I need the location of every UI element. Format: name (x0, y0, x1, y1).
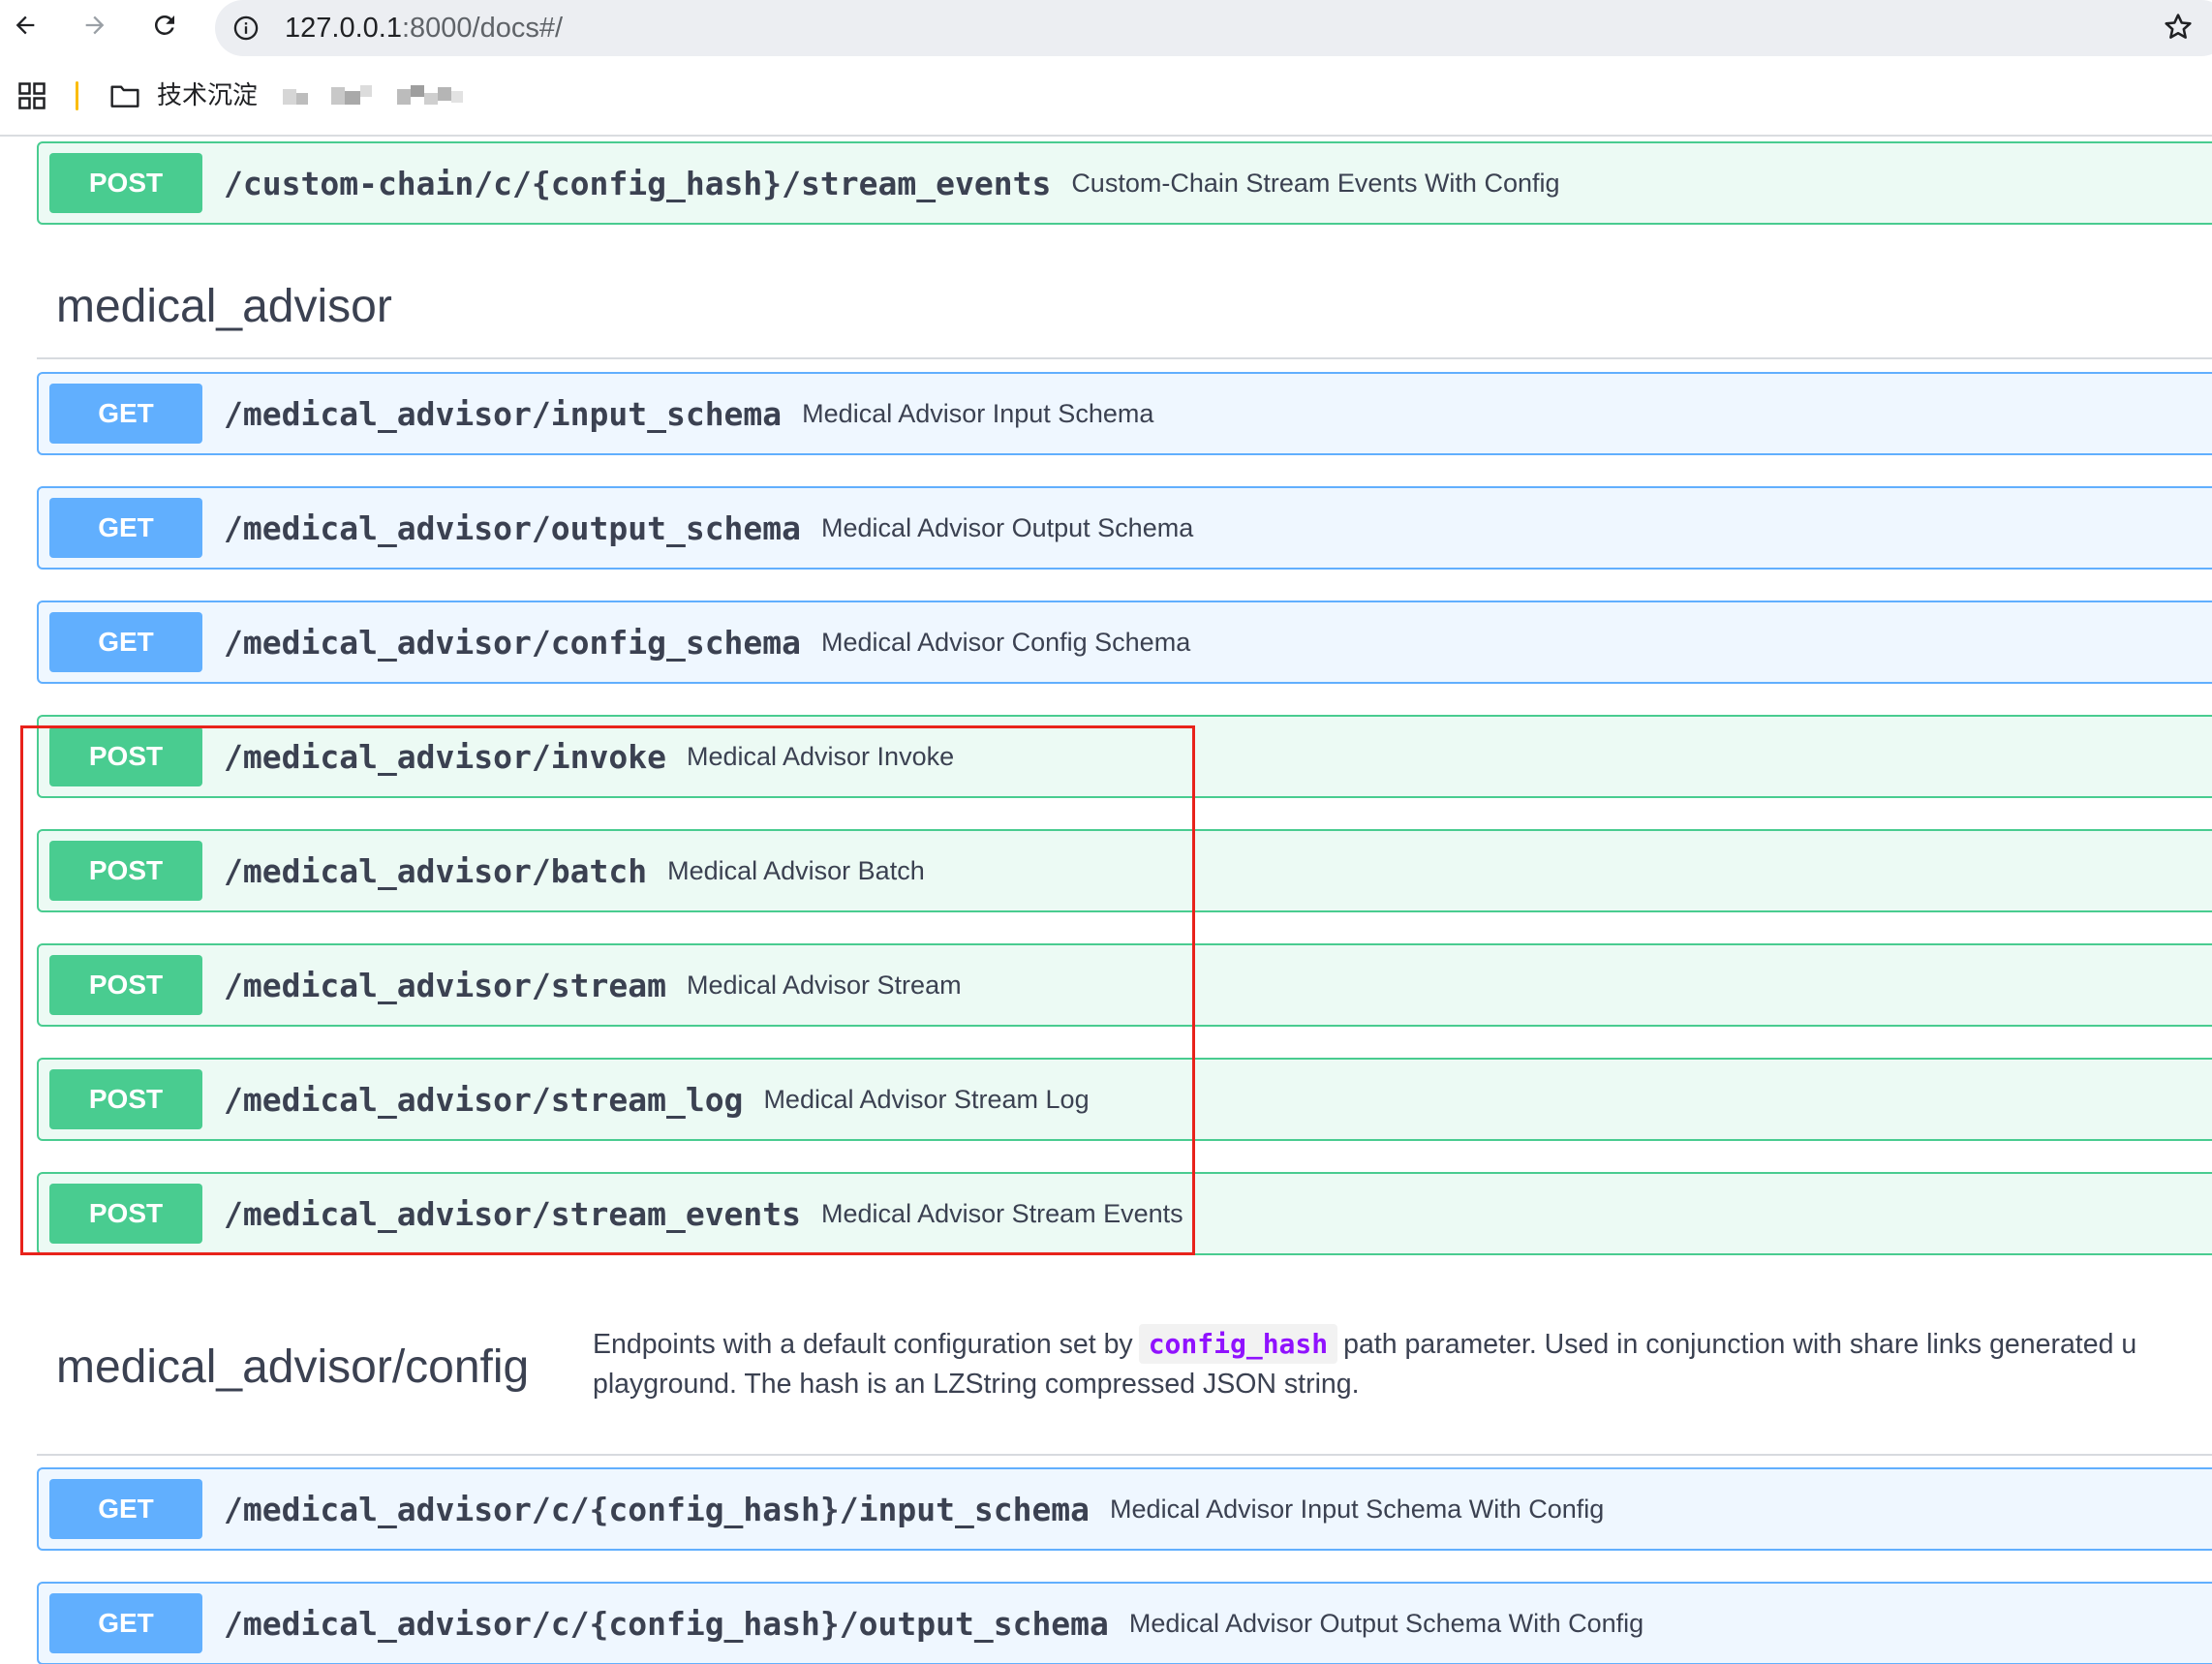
operation-path[interactable]: /medical_advisor/invoke (224, 738, 666, 776)
blurred-bookmark[interactable] (283, 83, 486, 110)
method-badge: GET (49, 612, 202, 672)
operation-invoke[interactable]: POST /medical_advisor/invoke Medical Adv… (37, 715, 2212, 798)
method-badge: GET (49, 384, 202, 444)
operation-summary: Medical Advisor Output Schema With Confi… (1128, 1608, 1644, 1638)
operation-summary: Custom-Chain Stream Events With Config (1071, 168, 1560, 198)
address-bar[interactable]: 127.0.0.1:8000/docs#/ (215, 0, 2212, 56)
description-text: path parameter. Used in conjunction with… (1343, 1329, 2137, 1360)
operation-path[interactable]: /medical_advisor/config_schema (224, 624, 801, 662)
section-description-line1: Endpoints with a default configuration s… (593, 1324, 2212, 1365)
operation-summary: Medical Advisor Config Schema (821, 627, 1191, 657)
folder-icon[interactable] (109, 82, 140, 109)
operation-summary: Medical Advisor Input Schema (802, 398, 1154, 428)
operation-custom-chain-stream-events[interactable]: POST /custom-chain/c/{config_hash}/strea… (37, 141, 2212, 225)
section-description: Endpoints with a default configuration s… (593, 1324, 2212, 1404)
operation-summary: Medical Advisor Stream Log (763, 1084, 1090, 1114)
operation-stream-log[interactable]: POST /medical_advisor/stream_log Medical… (37, 1058, 2212, 1141)
method-badge: POST (49, 841, 202, 901)
browser-toolbar: 127.0.0.1:8000/docs#/ (0, 0, 2212, 56)
operation-summary: Medical Advisor Output Schema (821, 512, 1194, 542)
operation-summary: Medical Advisor Stream Events (821, 1198, 1183, 1228)
section-title-medical-advisor[interactable]: medical_advisor (56, 280, 392, 333)
method-badge: POST (49, 1069, 202, 1129)
operation-summary: Medical Advisor Stream (686, 970, 962, 1000)
section-description-line2: playground. The hash is an LZString comp… (593, 1369, 1360, 1400)
bookmarks-separator (76, 81, 78, 110)
url-host: 127.0.0.1 (285, 13, 402, 44)
section-title-medical-advisor-config[interactable]: medical_advisor/config (56, 1340, 529, 1394)
operation-path[interactable]: /medical_advisor/output_schema (224, 509, 801, 547)
operation-summary: Medical Advisor Input Schema With Config (1110, 1494, 1605, 1524)
bookmark-folder-label[interactable]: 技术沉淀 (157, 81, 258, 110)
operation-summary: Medical Advisor Invoke (686, 741, 955, 771)
star-icon[interactable] (2162, 11, 2195, 44)
operation-output-schema[interactable]: GET /medical_advisor/output_schema Medic… (37, 486, 2212, 570)
info-icon[interactable] (232, 15, 260, 42)
forward-arrow-icon[interactable] (77, 8, 112, 43)
operation-path[interactable]: /medical_advisor/stream_events (224, 1195, 801, 1233)
apps-grid-icon[interactable] (17, 81, 46, 110)
operation-path[interactable]: /medical_advisor/c/{config_hash}/input_s… (224, 1491, 1090, 1528)
operation-path[interactable]: /medical_advisor/input_schema (224, 395, 782, 433)
operation-config-schema[interactable]: GET /medical_advisor/config_schema Medic… (37, 601, 2212, 684)
operation-batch[interactable]: POST /medical_advisor/batch Medical Advi… (37, 829, 2212, 912)
section-divider (37, 1454, 2212, 1456)
section-divider (37, 357, 2212, 359)
description-text: Endpoints with a default configuration s… (593, 1329, 1133, 1360)
method-badge: POST (49, 955, 202, 1015)
method-badge: GET (49, 1479, 202, 1539)
operation-summary: Medical Advisor Batch (667, 855, 925, 885)
code-config-hash: config_hash (1138, 1324, 1338, 1364)
method-badge: POST (49, 726, 202, 786)
url-path: :8000/docs#/ (401, 13, 564, 44)
operation-path[interactable]: /medical_advisor/c/{config_hash}/output_… (224, 1605, 1109, 1643)
operation-input-schema[interactable]: GET /medical_advisor/input_schema Medica… (37, 372, 2212, 455)
swagger-page: POST /custom-chain/c/{config_hash}/strea… (0, 137, 2212, 1664)
bookmarks-bar: 技术沉淀 (0, 70, 2212, 120)
operation-path[interactable]: /medical_advisor/stream_log (224, 1081, 743, 1119)
method-badge: POST (49, 1184, 202, 1244)
operation-path[interactable]: /custom-chain/c/{config_hash}/stream_eve… (224, 165, 1051, 202)
operation-input-schema-with-config[interactable]: GET /medical_advisor/c/{config_hash}/inp… (37, 1467, 2212, 1551)
operation-path[interactable]: /medical_advisor/stream (224, 967, 666, 1004)
operation-stream-events[interactable]: POST /medical_advisor/stream_events Medi… (37, 1172, 2212, 1255)
method-badge: GET (49, 498, 202, 558)
reload-icon[interactable] (147, 8, 182, 43)
operation-stream[interactable]: POST /medical_advisor/stream Medical Adv… (37, 943, 2212, 1027)
operation-output-schema-with-config[interactable]: GET /medical_advisor/c/{config_hash}/out… (37, 1582, 2212, 1664)
operation-path[interactable]: /medical_advisor/batch (224, 852, 647, 890)
url-text[interactable]: 127.0.0.1:8000/docs#/ (285, 10, 563, 46)
method-badge: GET (49, 1593, 202, 1653)
back-arrow-icon[interactable] (8, 8, 43, 43)
method-badge: POST (49, 153, 202, 213)
